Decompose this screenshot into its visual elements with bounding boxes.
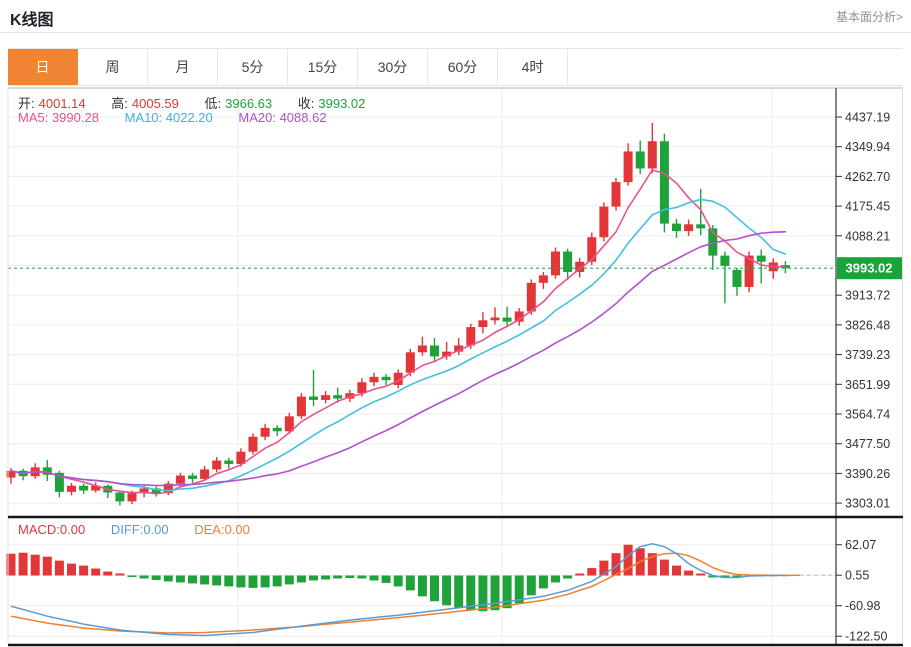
svg-text:3993.02: 3993.02 — [846, 261, 893, 276]
svg-text:4437.19: 4437.19 — [845, 111, 890, 125]
svg-text:4349.94: 4349.94 — [845, 140, 890, 154]
svg-text:3739.23: 3739.23 — [845, 348, 890, 362]
open-label: 开: — [18, 96, 35, 111]
svg-text:3564.74: 3564.74 — [845, 408, 890, 422]
ma5-value: MA5: 3990.28 — [18, 110, 99, 125]
svg-text:3913.72: 3913.72 — [845, 289, 890, 303]
diff-value: DIFF:0.00 — [111, 522, 169, 537]
svg-text:3651.99: 3651.99 — [845, 378, 890, 392]
high-value: 4005.59 — [132, 96, 179, 111]
svg-text:-60.98: -60.98 — [845, 599, 880, 613]
ma20-value: MA20: 4088.62 — [238, 110, 326, 125]
low-value: 3966.63 — [225, 96, 272, 111]
dea-value: DEA:0.00 — [194, 522, 250, 537]
svg-text:4088.21: 4088.21 — [845, 229, 890, 243]
low-label: 低: — [205, 96, 222, 111]
high-label: 高: — [111, 96, 128, 111]
macd-value: MACD:0.00 — [18, 522, 85, 537]
svg-text:4175.45: 4175.45 — [845, 200, 890, 214]
close-value: 3993.02 — [318, 96, 365, 111]
svg-text:3390.26: 3390.26 — [845, 467, 890, 481]
svg-text:3303.01: 3303.01 — [845, 497, 890, 511]
svg-text:0.55: 0.55 — [845, 569, 869, 583]
close-label: 收: — [298, 96, 315, 111]
ma10-value: MA10: 4022.20 — [125, 110, 213, 125]
ma-legend: MA5: 3990.28 MA10: 4022.20 MA20: 4088.62 — [18, 110, 331, 125]
svg-text:-122.50: -122.50 — [845, 630, 887, 644]
svg-text:3477.50: 3477.50 — [845, 437, 890, 451]
macd-legend: MACD:0.00 DIFF:0.00 DEA:0.00 — [18, 522, 254, 537]
svg-text:4262.70: 4262.70 — [845, 170, 890, 184]
kline-app: K线图 基本面分析> 日周月5分15分30分60分4时 3993.024437.… — [0, 0, 911, 647]
svg-text:62.07: 62.07 — [845, 538, 876, 552]
open-value: 4001.14 — [39, 96, 86, 111]
svg-text:3826.48: 3826.48 — [845, 318, 890, 332]
